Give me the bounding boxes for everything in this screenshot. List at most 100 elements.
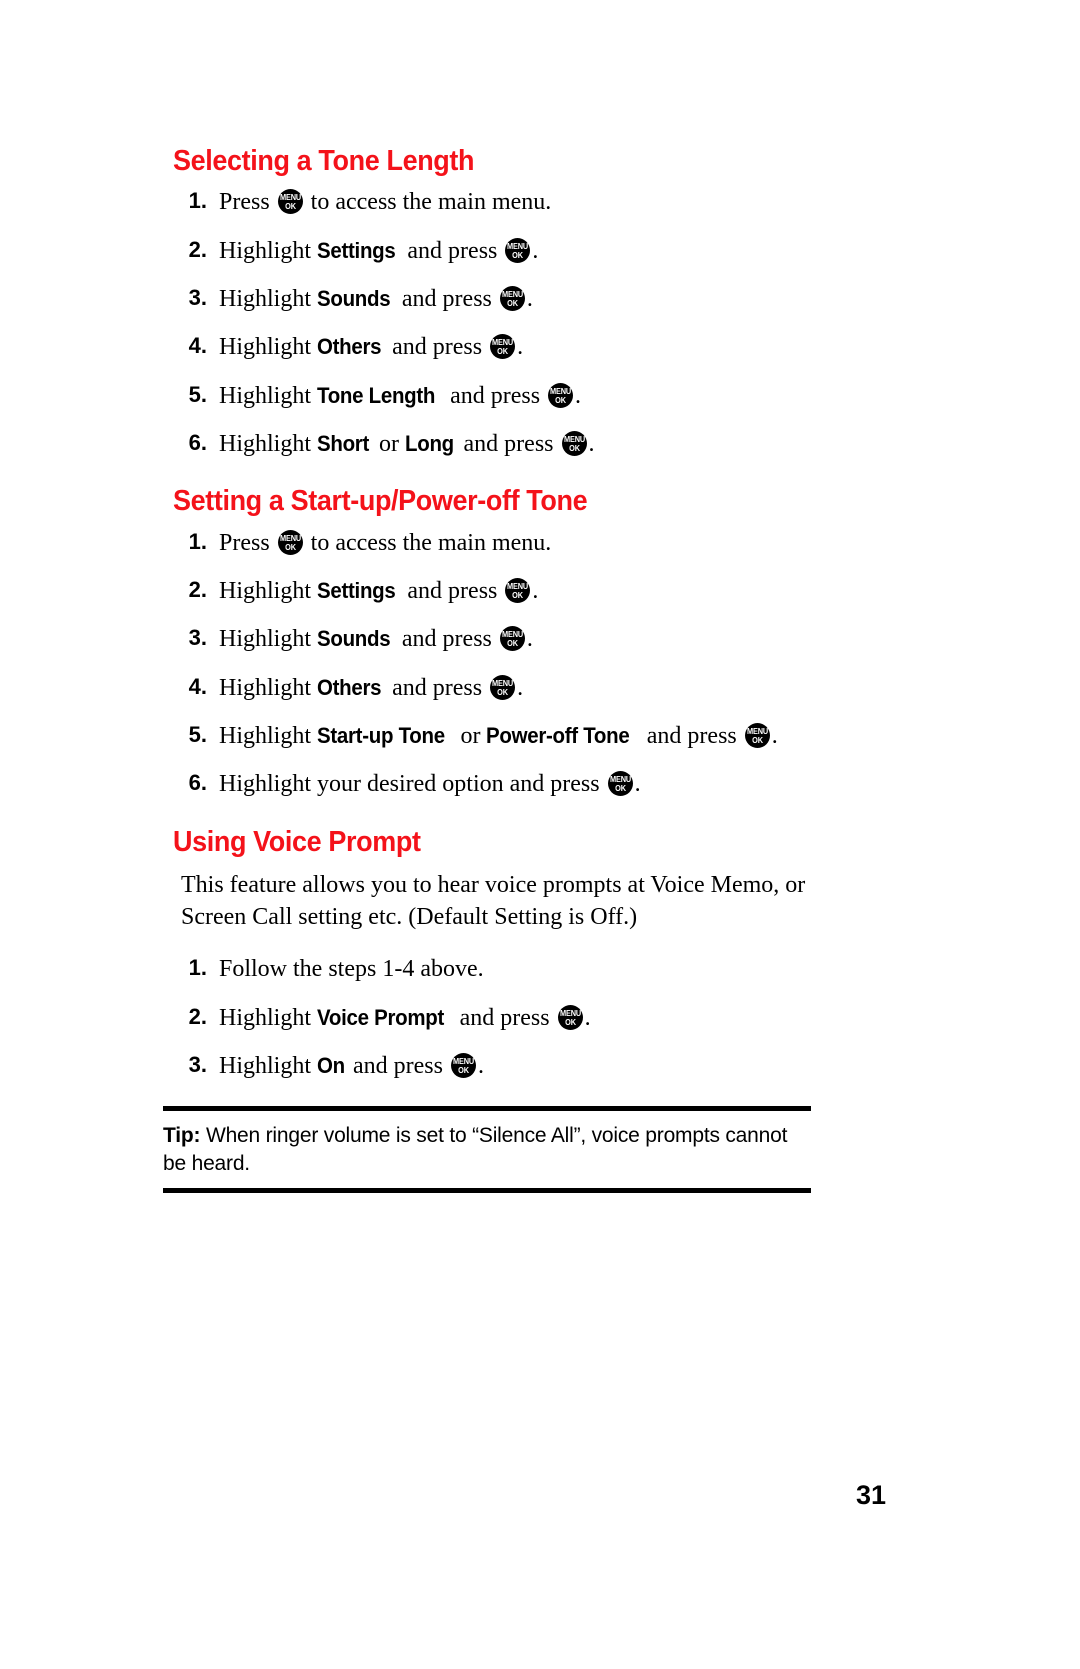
section-heading-selecting-a-tone-length: Selecting a Tone Length <box>173 145 475 177</box>
step-number: 4. <box>188 673 207 699</box>
step-text-post: . <box>517 334 524 361</box>
step-text-pre: Press <box>219 189 276 216</box>
menu-ok-key-icon: MENU OK <box>490 334 516 360</box>
menu-ok-key-top-label: MENU <box>492 678 514 688</box>
ui-label: On <box>317 1053 345 1078</box>
section-intro-paragraph: This feature allows you to hear voice pr… <box>181 872 806 931</box>
ui-label: Voice Prompt <box>317 1004 445 1030</box>
step-number: 4. <box>188 333 207 359</box>
list-item: 2. Highlight Settings and press MENU OK. <box>181 237 823 265</box>
menu-ok-key-bottom-label: OK <box>568 444 580 453</box>
step-number: 3. <box>188 625 207 651</box>
tip-rule-bottom <box>163 1187 811 1193</box>
step-list-voice-prompt: 1. Follow the steps 1-4 above. 2. Highligh… <box>163 955 823 1080</box>
step-text-pre: Highlight <box>219 382 318 409</box>
menu-ok-key-bottom-label: OK <box>564 1017 576 1027</box>
step-text-pre: Highlight <box>219 237 318 264</box>
ui-label-alt: Long <box>404 431 454 456</box>
ui-label: Settings <box>317 237 396 263</box>
menu-ok-key-bottom-label: OK <box>497 687 508 697</box>
step-text-pre: Highlight <box>219 674 318 701</box>
list-item: 3. Highlight On and press MENU OK. <box>181 1052 823 1080</box>
menu-ok-key-top-label: MENU <box>501 290 523 300</box>
step-text-post: . <box>532 237 539 264</box>
menu-ok-key-bottom-label: OK <box>507 299 518 309</box>
menu-ok-key-bottom-label: OK <box>507 639 518 649</box>
step-number: 1. <box>188 528 207 554</box>
step-list-startup-tone: 1. Press MENU OK to access the main menu. … <box>163 529 823 799</box>
step-number: 2. <box>188 1003 207 1029</box>
step-text-pre: Highlight <box>219 578 318 605</box>
menu-ok-key-bottom-label: OK <box>512 591 524 601</box>
menu-ok-key-bottom-label: OK <box>555 395 566 405</box>
menu-ok-key-bottom-label: OK <box>751 736 763 745</box>
menu-ok-key-icon: MENU OK <box>548 382 574 408</box>
menu-ok-key-bottom-label: OK <box>614 784 626 794</box>
menu-ok-key-icon: MENU OK <box>499 286 525 312</box>
step-number: 2. <box>188 236 207 262</box>
menu-ok-key-bottom-label: OK <box>458 1066 469 1075</box>
menu-ok-key-icon: MENU OK <box>607 771 633 797</box>
list-item: 3. Highlight Sounds and press MENU OK. <box>181 625 823 653</box>
ui-label: Others <box>317 334 382 360</box>
menu-ok-key-bottom-label: OK <box>512 250 524 260</box>
manual-page: Selecting a Tone Length 1. Press MENU OK t… <box>0 0 1080 1669</box>
list-item: 1. Press MENU OK to access the main menu. <box>181 188 823 216</box>
menu-ok-key-bottom-label: OK <box>497 347 508 357</box>
ui-label: Settings <box>317 578 396 604</box>
list-item: 1. Press MENU OK to access the main menu. <box>181 529 823 557</box>
menu-ok-key-icon: MENU OK <box>450 1053 476 1078</box>
ui-label: Start-up Tone <box>317 723 445 748</box>
step-number: 3. <box>188 285 207 311</box>
menu-ok-key-icon: MENU OK <box>505 578 531 604</box>
list-item: 3. Highlight Sounds and press MENU OK. <box>181 285 823 313</box>
step-number: 1. <box>188 188 207 214</box>
page-number: 31 <box>855 1480 886 1510</box>
step-text-post: . <box>517 674 524 701</box>
step-text-post: . <box>584 1004 591 1031</box>
step-text-pre: Highlight <box>219 286 318 313</box>
step-text-post: . <box>634 771 641 798</box>
list-item: 4. Highlight Others and press MENU OK. <box>181 674 823 702</box>
step-text-mid: and press <box>395 626 498 653</box>
step-text-mid: and press <box>386 334 489 361</box>
step-text-post: to access the main menu. <box>304 529 552 556</box>
step-number: 6. <box>188 770 207 796</box>
menu-ok-key-top-label: MENU <box>279 533 301 543</box>
ui-label: Tone Length <box>317 382 436 408</box>
step-text-mid: and press <box>640 723 743 749</box>
step-text-post: . <box>588 431 595 457</box>
menu-ok-key-icon: MENU OK <box>499 626 525 652</box>
step-text-mid: and press <box>386 674 489 701</box>
step-text-conj: or <box>372 431 405 457</box>
menu-ok-key-icon: MENU OK <box>744 723 770 748</box>
step-text-pre: Highlight <box>219 626 318 653</box>
ui-label: Sounds <box>317 286 391 312</box>
step-number: 5. <box>188 722 207 747</box>
menu-ok-key-icon: MENU OK <box>277 189 303 215</box>
step-number: 6. <box>188 430 207 455</box>
step-number: 5. <box>188 381 207 407</box>
ui-label: Others <box>317 674 382 700</box>
step-text-mid: and press <box>401 578 504 605</box>
menu-ok-key-top-label: MENU <box>501 630 523 640</box>
step-text-pre: Follow the steps 1-4 above. <box>219 956 484 983</box>
menu-ok-key-top-label: MENU <box>452 1057 474 1066</box>
step-text-mid: and press <box>395 286 498 313</box>
step-text-pre: Highlight your desired option and press <box>219 771 606 798</box>
list-item: 2. Highlight Voice Prompt and press MENU O… <box>181 1004 823 1032</box>
menu-ok-key-bottom-label: OK <box>284 542 296 552</box>
tip-body-text: When ringer volume is set to “Silence Al… <box>163 1124 788 1175</box>
menu-ok-key-icon: MENU OK <box>277 529 303 555</box>
menu-ok-key-top-label: MENU <box>492 338 514 348</box>
menu-ok-key-bottom-label: OK <box>284 202 296 212</box>
step-text-mid: and press <box>401 237 504 264</box>
menu-ok-key-top-label: MENU <box>746 727 768 736</box>
menu-ok-key-top-label: MENU <box>609 775 631 785</box>
step-text-pre: Press <box>219 529 276 556</box>
step-text-post: to access the main menu. <box>304 189 552 216</box>
menu-ok-key-top-label: MENU <box>507 241 529 251</box>
step-text-pre: Highlight <box>219 334 318 361</box>
list-item: 5. Highlight Start-up Tone or Power-off T… <box>181 722 823 750</box>
list-item: 6. Highlight your desired option and pres… <box>181 770 823 798</box>
